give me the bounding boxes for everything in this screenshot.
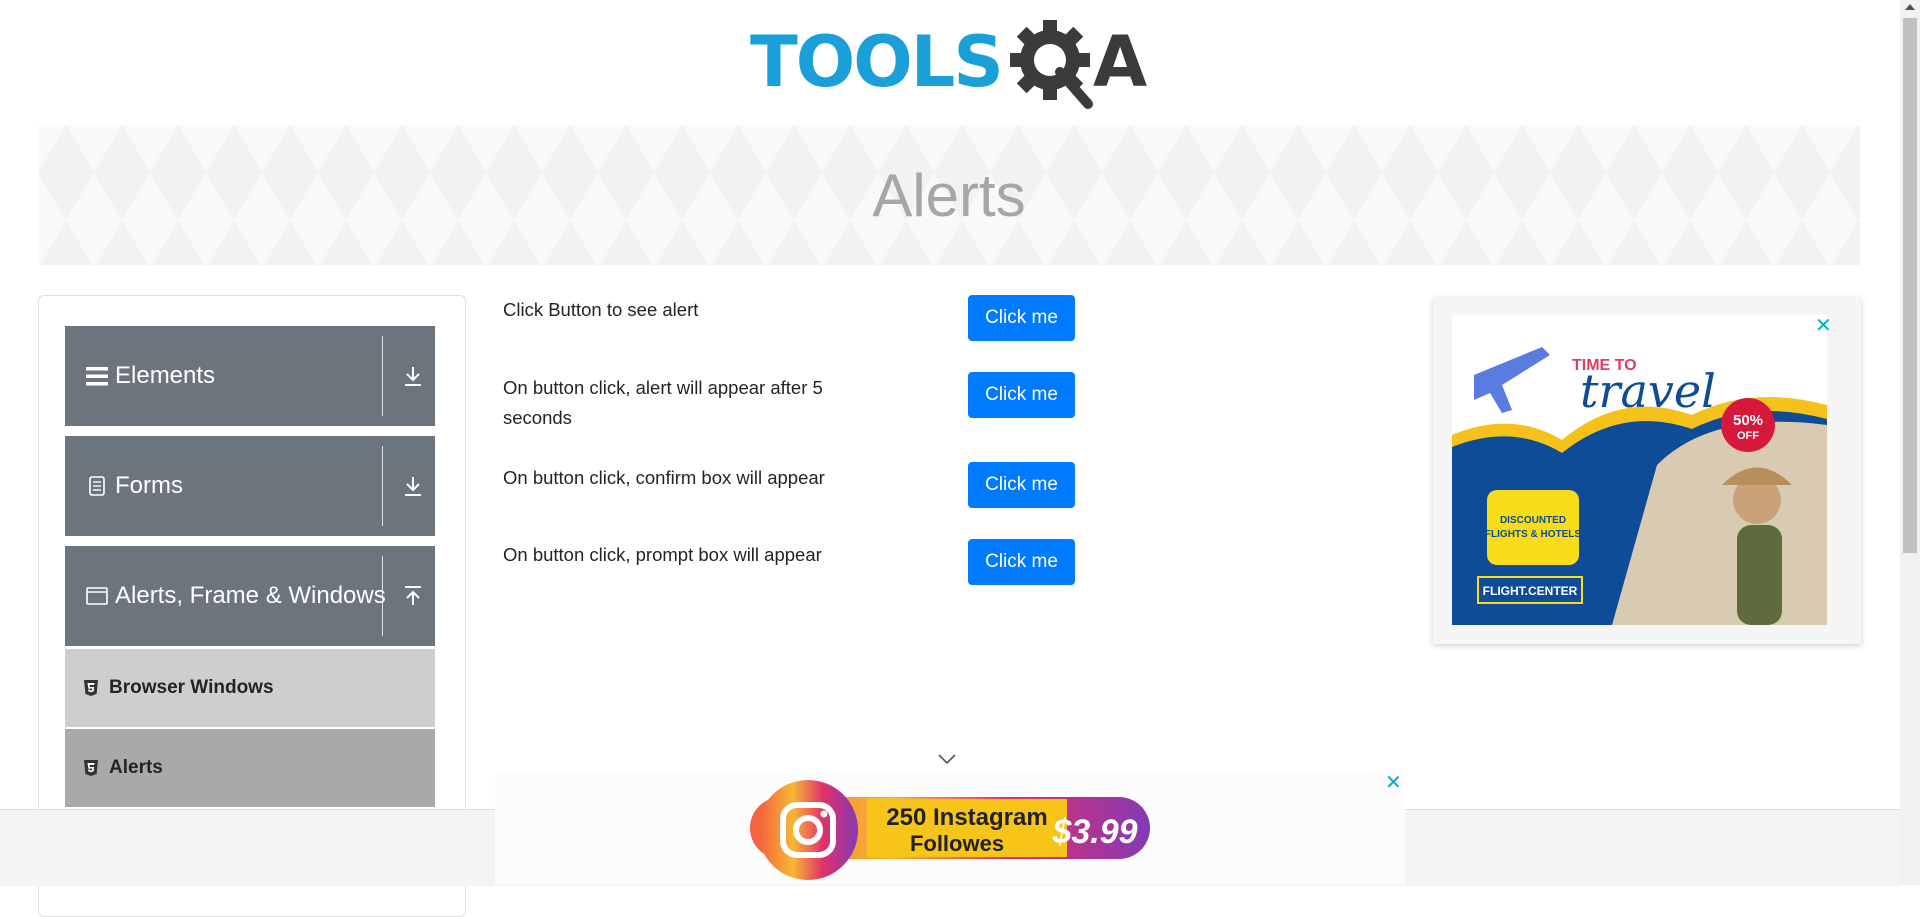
logo-text-a: A <box>1093 21 1147 103</box>
sidebar-group-label: Alerts, Frame & Windows <box>115 582 386 609</box>
html5-icon <box>83 679 99 697</box>
ad-discount: 50% <box>1733 412 1763 429</box>
logo-text-tools: TOOLS <box>750 21 1002 103</box>
prompt-row-text: On button click, prompt box will appear <box>503 544 822 565</box>
alert-row-text: Click Button to see alert <box>503 299 699 320</box>
ad-badge-line2: FLIGHTS & HOTELS <box>1485 529 1581 540</box>
logo-gear-icon <box>1010 20 1093 109</box>
sidebar-item-label: Browser Windows <box>109 677 274 698</box>
close-icon[interactable]: ✕ <box>1815 316 1832 336</box>
sidebar-group-label: Forms <box>115 472 183 499</box>
sidebar-group-forms[interactable]: Forms <box>65 436 435 536</box>
page-title: Alerts <box>872 161 1026 229</box>
prompt-button[interactable]: Click me <box>968 539 1075 585</box>
timer-alert-row-text: On button click, alert will appear after… <box>503 377 823 428</box>
upload-arrow-icon[interactable] <box>401 584 425 608</box>
right-advertisement: TIME TO travel 50% OFF DISCOUNTED FLIGHT… <box>1433 297 1861 644</box>
scrollbar-thumb[interactable] <box>1903 18 1917 553</box>
confirm-row-text: On button click, confirm box will appear <box>503 467 825 488</box>
sidebar-item-browser-windows[interactable]: Browser Windows <box>65 649 435 727</box>
confirm-button[interactable]: Click me <box>968 462 1075 508</box>
download-arrow-icon[interactable] <box>401 474 425 498</box>
chevron-down-icon[interactable] <box>937 752 957 766</box>
divider <box>382 336 383 416</box>
instagram-icon <box>758 780 858 880</box>
page-scrollbar[interactable] <box>1900 0 1920 885</box>
ad-brand: FLIGHT.CENTER <box>1483 584 1578 598</box>
window-icon <box>85 584 109 608</box>
close-icon[interactable]: ✕ <box>1385 773 1402 793</box>
timer-alert-button[interactable]: Click me <box>968 372 1075 418</box>
sidebar-group-label: Elements <box>115 362 216 389</box>
bottom-advertisement: 250 Instagram Followes $3.99 ✕ <box>495 773 1405 885</box>
page-banner: Alerts <box>38 125 1860 265</box>
sidebar-group-elements[interactable]: Elements <box>65 326 435 426</box>
sidebar-group-alerts-frame-windows[interactable]: Alerts, Frame & Windows <box>65 546 435 646</box>
hamburger-icon <box>85 364 109 388</box>
scroll-up-arrow-icon[interactable] <box>1905 4 1915 10</box>
divider <box>382 446 383 526</box>
toolsqa-logo[interactable]: TOOLS A <box>750 18 1155 113</box>
ad-headline-big: travel <box>1580 364 1716 418</box>
sidebar-item-label: Alerts <box>109 757 163 778</box>
html5-icon <box>83 759 99 777</box>
alert-button[interactable]: Click me <box>968 295 1075 341</box>
divider <box>382 556 383 636</box>
instagram-ad-image[interactable]: 250 Instagram Followes $3.99 <box>495 773 1405 885</box>
bottom-ad-price: $3.99 <box>1051 813 1137 851</box>
discount-speech-bubble <box>1487 490 1579 565</box>
ad-badge-line1: DISCOUNTED <box>1500 515 1566 526</box>
bottom-ad-line1: 250 Instagram <box>886 804 1047 831</box>
download-arrow-icon[interactable] <box>401 364 425 388</box>
ad-discount-suffix: OFF <box>1737 430 1759 442</box>
travel-ad-image[interactable]: TIME TO travel 50% OFF DISCOUNTED FLIGHT… <box>1452 315 1827 625</box>
document-icon <box>85 474 109 498</box>
sidebar-item-alerts[interactable]: Alerts <box>65 729 435 807</box>
bottom-ad-line2: Followes <box>910 831 1004 856</box>
